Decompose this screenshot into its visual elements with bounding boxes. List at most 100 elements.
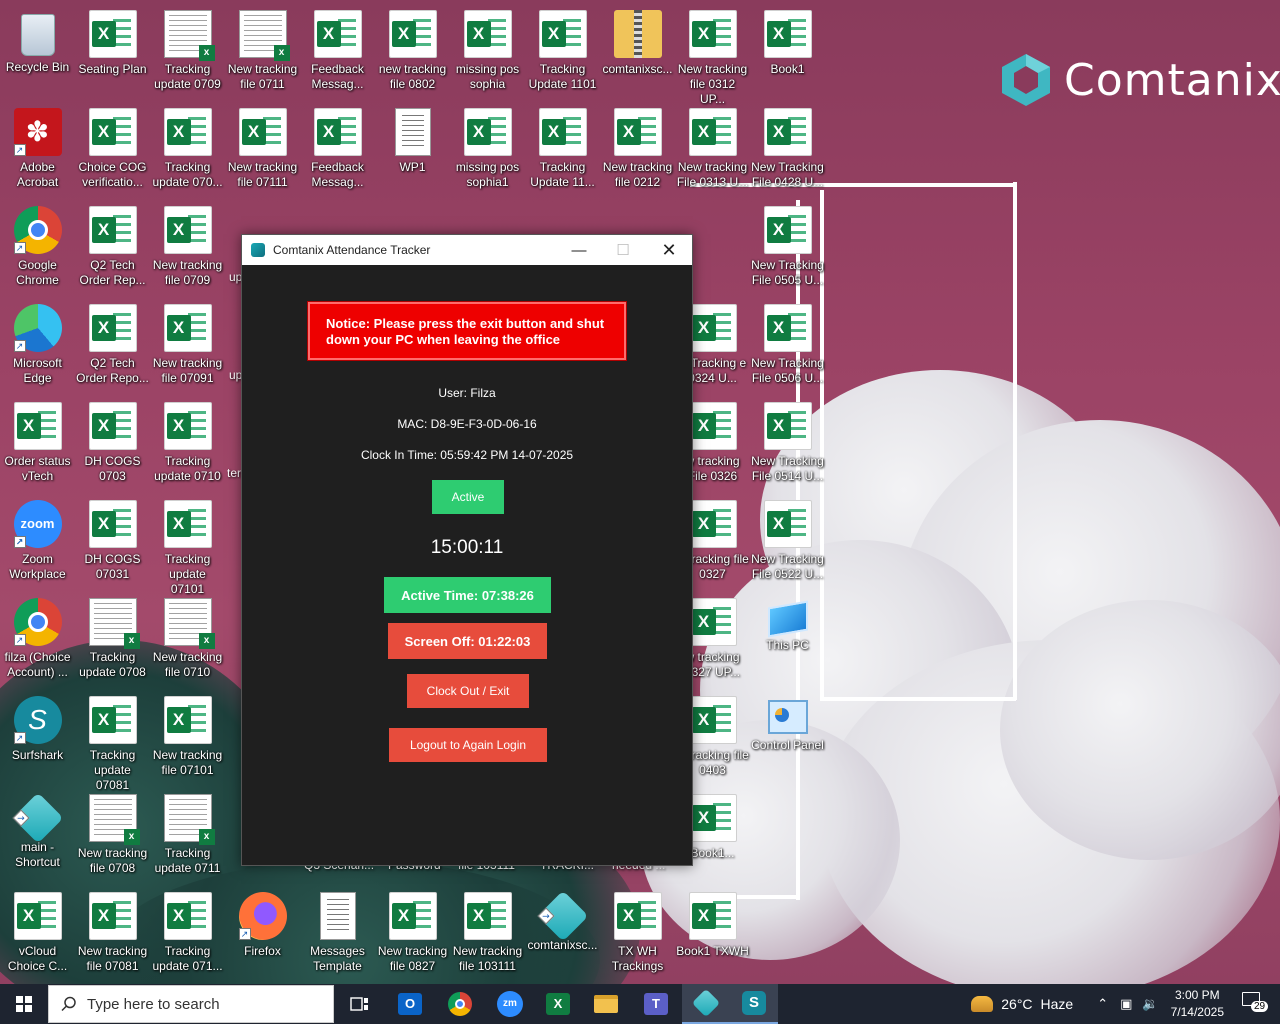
desktop-icon[interactable]: X New Tracking File 0505 U... <box>750 202 825 298</box>
minimize-button[interactable]: — <box>556 235 602 265</box>
desktop-icon[interactable]: X New tracking file 0709 <box>150 202 225 298</box>
notification-center-icon[interactable]: 29 <box>1242 992 1270 1016</box>
task-view-icon[interactable] <box>336 984 384 1024</box>
excel-icon: X <box>613 892 662 940</box>
shortcut-arrow-icon: ↗ <box>13 144 26 156</box>
excel-icon: X <box>88 206 137 254</box>
chrome-icon[interactable] <box>436 984 484 1024</box>
desktop-icon[interactable]: comtanixsc... <box>600 6 675 102</box>
desktop-icon[interactable]: X New tracking file 103111 <box>450 888 525 984</box>
desktop-icon[interactable]: X Feedback Messag... <box>300 104 375 200</box>
desktop-icon[interactable]: X Book1 <box>750 6 825 102</box>
chrome-icon: ↗ <box>13 206 62 254</box>
teams-icon[interactable]: T <box>632 984 680 1024</box>
close-button[interactable]: ✕ <box>646 235 692 265</box>
chevron-up-icon[interactable]: ⌃ <box>1097 996 1108 1012</box>
desktop-icon[interactable]: X DH COGS 0703 <box>75 398 150 494</box>
desktop-icon-label: missing pos sophia1 <box>455 160 520 189</box>
desktop-icon[interactable]: X Q2 Tech Order Repo... <box>75 300 150 396</box>
desktop-icon[interactable]: x New tracking file 0710 <box>150 594 225 690</box>
screen-off-display: Screen Off: 01:22:03 <box>388 623 547 659</box>
excel-icon: X <box>163 206 212 254</box>
desktop-icon[interactable]: X New tracking file 07081 <box>75 888 150 984</box>
volume-icon[interactable]: 🔉 <box>1142 996 1158 1012</box>
desktop-icon[interactable]: X New Tracking File 0506 U... <box>750 300 825 396</box>
desktop-icon[interactable]: X TX WH Trackings <box>600 888 675 984</box>
chrome-icon: ↗ <box>13 598 62 646</box>
comtanix-taskbar-icon[interactable] <box>682 984 730 1024</box>
desktop-icon[interactable]: X Tracking update 07081 <box>75 692 150 792</box>
desktop-icon[interactable]: X New tracking file 0212 <box>600 104 675 200</box>
zoom-icon[interactable]: zm <box>486 984 534 1024</box>
maximize-button[interactable]: ☐ <box>600 235 646 265</box>
taskbar-search-box[interactable]: Type here to search <box>48 985 334 1023</box>
desktop-icon[interactable]: X New Tracking File 0514 U... <box>750 398 825 494</box>
desktop-icon[interactable]: ✽ ↗ Adobe Acrobat <box>0 104 75 200</box>
excel-icon: X <box>13 402 62 450</box>
desktop-icon[interactable]: Xmissing pos sophia <box>450 6 525 102</box>
desktop-icon[interactable]: X New tracking file 07091 <box>150 300 225 396</box>
desktop-icon[interactable]: x New tracking file 0708 <box>75 790 150 886</box>
desktop-icon[interactable]: Messages Template <box>300 888 375 984</box>
desktop-icon[interactable]: Xnew tracking file 0802 <box>375 6 450 102</box>
desktop-icon[interactable]: X New tracking file 07101 <box>150 692 225 788</box>
weather-temp[interactable]: 26°C <box>1001 996 1032 1012</box>
desktop-icon[interactable]: X Tracking Update 11... <box>525 104 600 200</box>
desktop-icon[interactable]: XvCloud Choice C... <box>0 888 75 984</box>
desktop-icon[interactable]: X New tracking file 0827 <box>375 888 450 984</box>
desktop-icon[interactable]: ↗ Google Chrome <box>0 202 75 298</box>
desktop-icon[interactable]: This PC <box>750 594 825 690</box>
desktop-icon[interactable]: X New tracking file 0312 UP... <box>675 6 750 106</box>
surfshark-taskbar-icon[interactable]: S <box>730 984 778 1024</box>
desktop-icon[interactable]: ↗ filza (Choice Account) ... <box>0 594 75 690</box>
desktop-icon[interactable]: X Seating Plan <box>75 6 150 102</box>
desktop-icon[interactable]: X Q2 Tech Order Rep... <box>75 202 150 298</box>
weather-desc[interactable]: Haze <box>1041 996 1074 1012</box>
desktop-icon[interactable]: X Book1 TXWH <box>675 888 750 984</box>
desktop-icon[interactable]: X Choice COG verificatio... <box>75 104 150 200</box>
start-button[interactable] <box>0 984 48 1024</box>
window-content: Notice: Please press the exit button and… <box>242 265 692 866</box>
desktop-icon[interactable]: Recycle Bin <box>0 6 75 102</box>
network-icon[interactable]: ▣ <box>1120 996 1132 1012</box>
logout-button[interactable]: Logout to Again Login <box>389 728 547 762</box>
desktop-icon[interactable]: X Tracking update 0710 <box>150 398 225 494</box>
desktop-icon[interactable]: X DH COGS 07031 <box>75 496 150 592</box>
desktop-icon[interactable]: ↗ main - Shortcut <box>0 790 75 886</box>
excel-icon[interactable]: X <box>534 984 582 1024</box>
clock-area[interactable]: 3:00 PM 7/14/2025 <box>1171 987 1224 1021</box>
desktop-icon[interactable]: X Tracking update 07101 <box>150 496 225 596</box>
weather-icon[interactable] <box>971 996 994 1012</box>
desktop-icon[interactable]: X New Tracking File 0428 U... <box>750 104 825 200</box>
desktop-icon[interactable]: ↗ Firefox <box>225 888 300 984</box>
desktop-icon[interactable]: X New Tracking File 0522 U... <box>750 496 825 592</box>
desktop-icon[interactable]: S ↗ Surfshark <box>0 692 75 788</box>
desktop-icon[interactable]: X New tracking File 0313 U... <box>675 104 750 200</box>
desktop-icon[interactable]: ↗ comtanixsc... <box>525 888 600 984</box>
desktop-icon[interactable]: x New tracking file 0711 <box>225 6 300 102</box>
desktop-icon[interactable]: WP1 <box>375 104 450 200</box>
desktop-icon[interactable]: X New tracking file 07111 <box>225 104 300 200</box>
title-bar[interactable]: Comtanix Attendance Tracker — ☐ ✕ <box>242 235 692 265</box>
desktop-icon-label: main - Shortcut <box>15 840 60 869</box>
desktop-icon[interactable]: zoom ↗ Zoom Workplace <box>0 496 75 592</box>
desktop-icon[interactable]: X Feedback Messag... <box>300 6 375 102</box>
surfshark-icon: S ↗ <box>13 696 62 744</box>
desktop-icon-label: Tracking update 0708 <box>79 650 146 679</box>
spreadsheet-icon: x <box>163 794 215 845</box>
desktop-icon[interactable]: Control Panel <box>750 692 825 788</box>
desktop-icon[interactable]: X Tracking Update 1101 <box>525 6 600 102</box>
desktop-icon[interactable]: X Tracking update 070... <box>150 104 225 200</box>
outlook-icon[interactable]: O <box>386 984 434 1024</box>
desktop-icon[interactable]: ↗ Microsoft Edge <box>0 300 75 396</box>
desktop-icon[interactable]: x Tracking update 0709 <box>150 6 225 102</box>
desktop-icon-label: Firefox <box>244 944 281 958</box>
desktop-icon[interactable]: X Order status vTech <box>0 398 75 494</box>
desktop-icon[interactable]: x Tracking update 0708 <box>75 594 150 690</box>
file-explorer-icon[interactable] <box>582 984 630 1024</box>
desktop-icon[interactable]: Xmissing pos sophia1 <box>450 104 525 200</box>
desktop-icon-label: New tracking file 0827 <box>377 944 448 973</box>
desktop-icon[interactable]: x Tracking update 0711 <box>150 790 225 886</box>
clock-out-exit-button[interactable]: Clock Out / Exit <box>407 674 529 708</box>
desktop-icon[interactable]: X Tracking update 071... <box>150 888 225 984</box>
